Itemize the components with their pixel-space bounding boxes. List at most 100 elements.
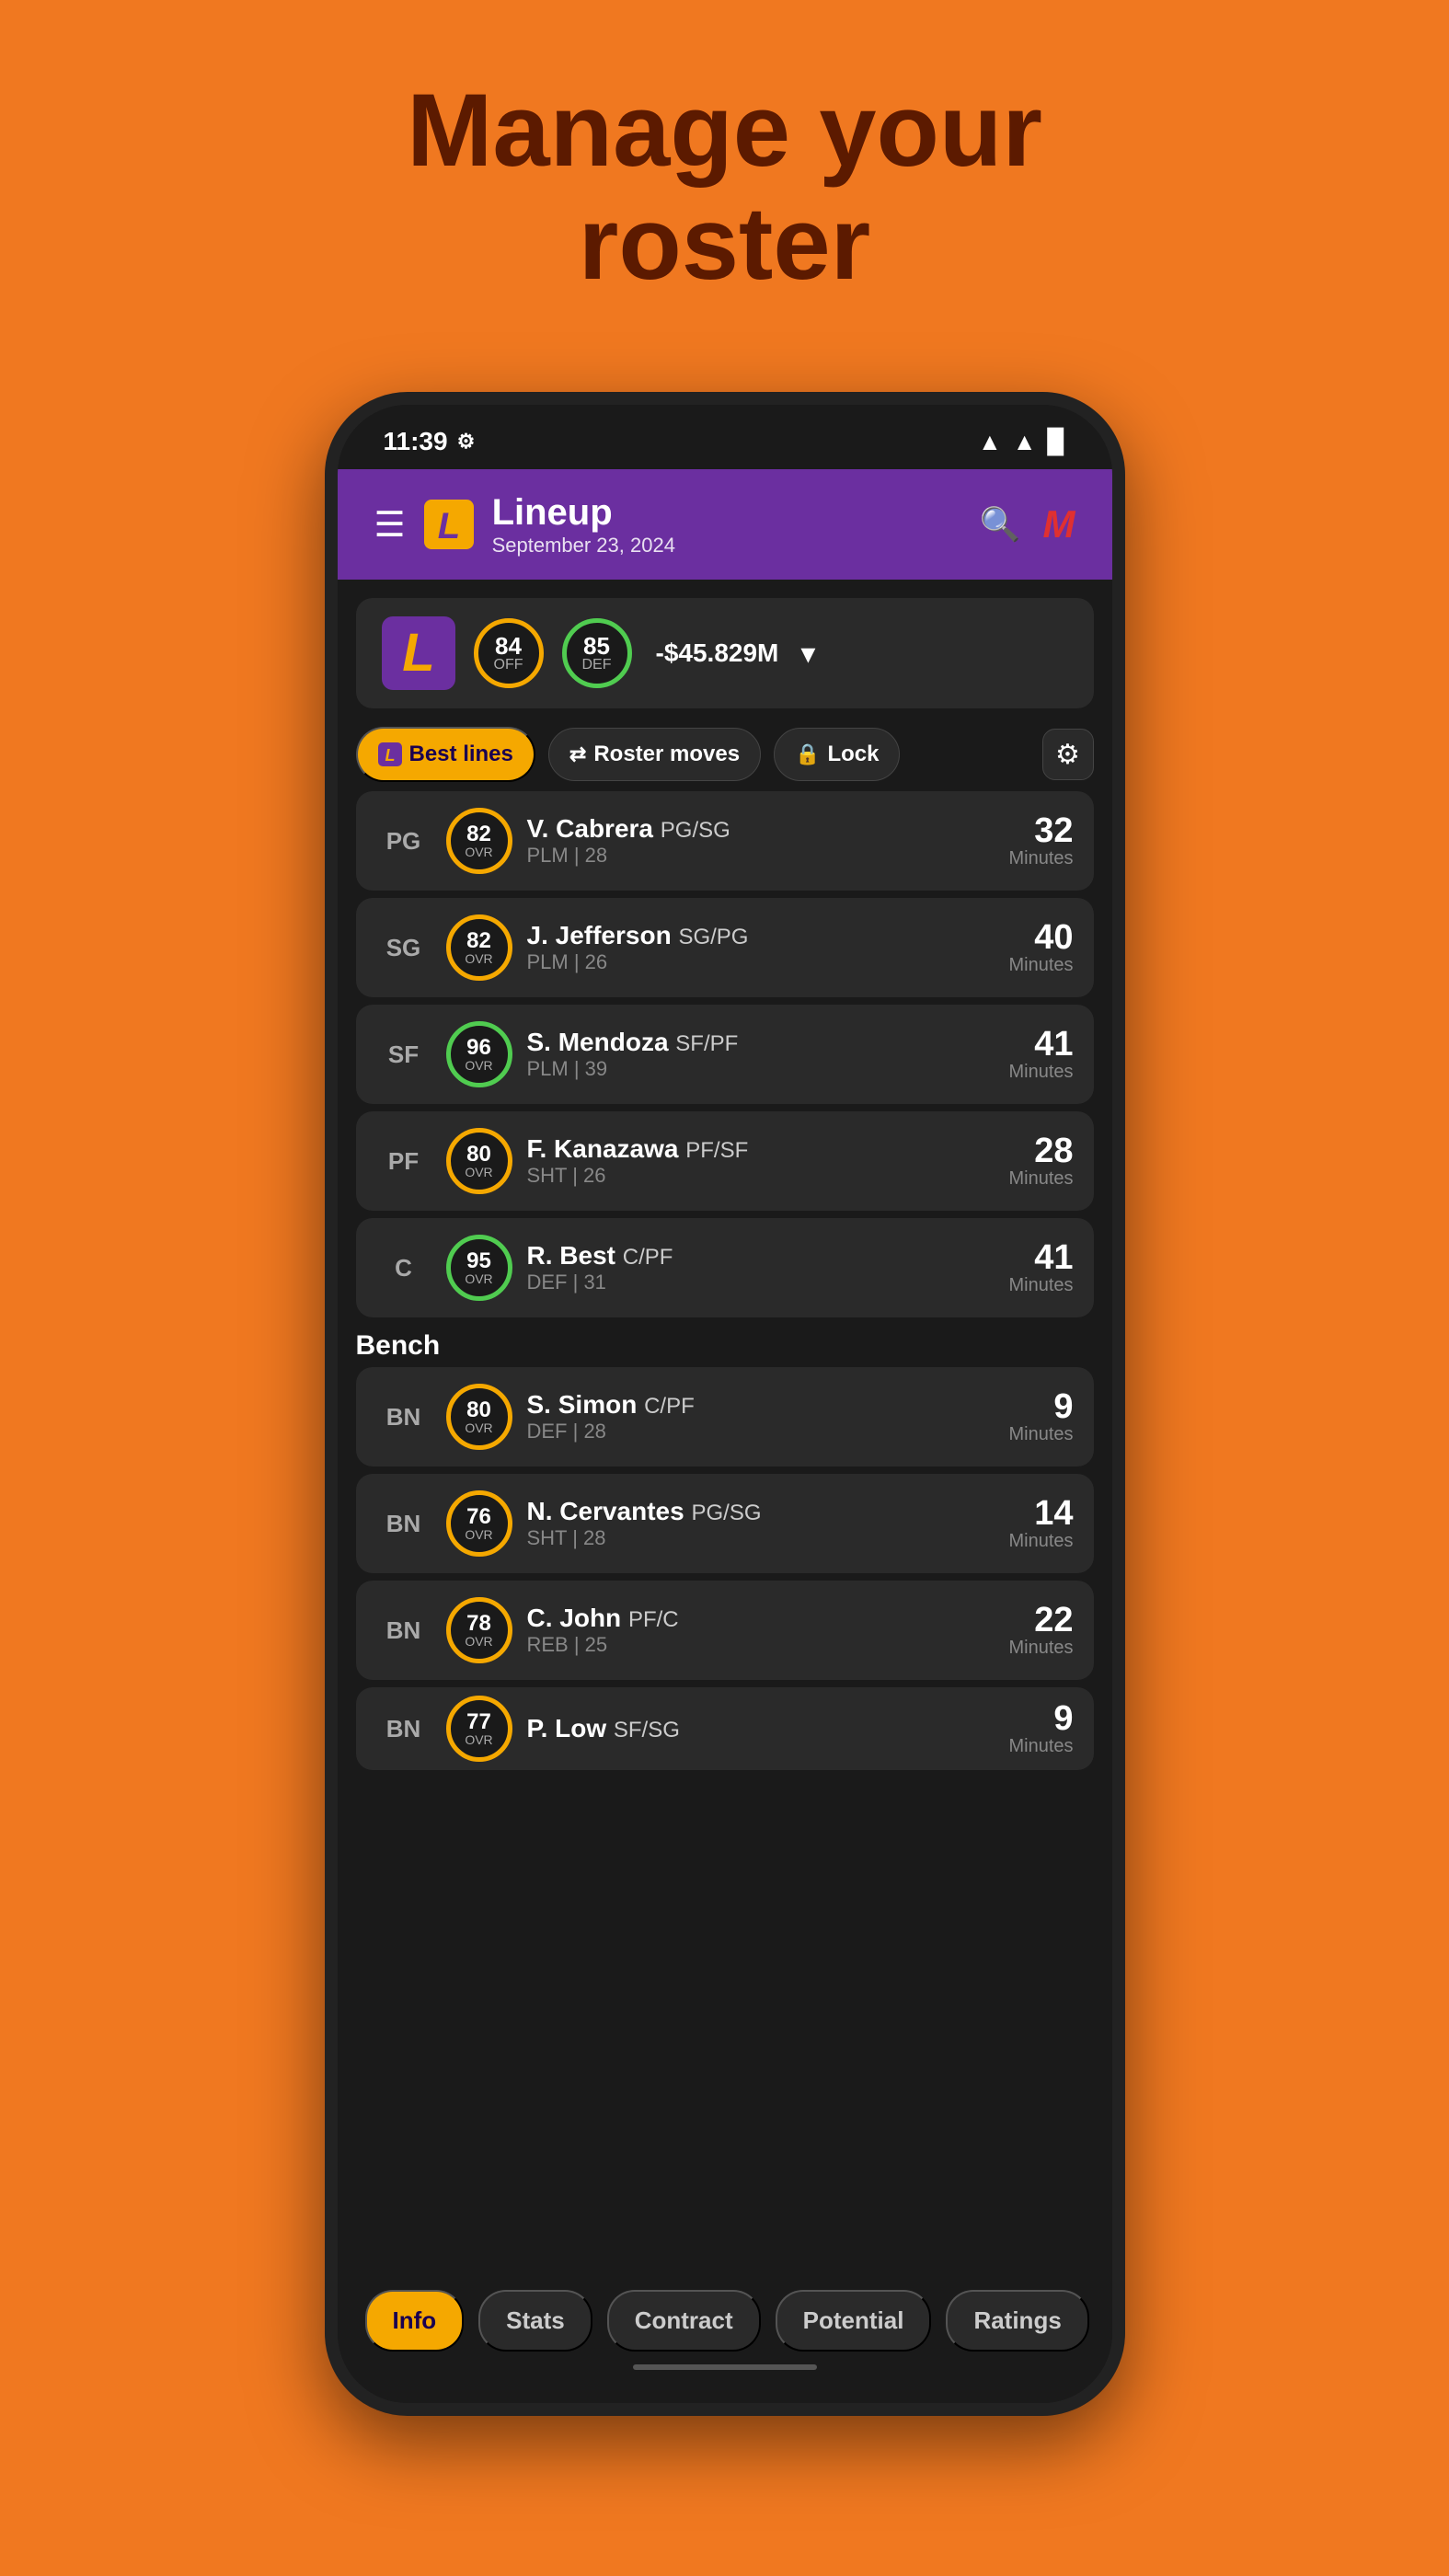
player-minutes: 41 Minutes	[1008, 1240, 1073, 1296]
ovr-circle: 77 OVR	[446, 1696, 512, 1762]
bottom-nav: InfoStatsContractPotentialRatings	[338, 2273, 1112, 2403]
team-logo-box: L	[382, 616, 455, 690]
status-time: 11:39	[384, 427, 448, 456]
position-badge: BN	[376, 1715, 431, 1743]
player-minutes: 32 Minutes	[1008, 813, 1073, 869]
player-name: C. John PF/C	[527, 1604, 995, 1633]
settings-button[interactable]: ⚙	[1042, 729, 1094, 780]
wifi-icon: ▲	[978, 428, 1002, 456]
svg-text:L: L	[437, 506, 459, 546]
header-title: Lineup	[492, 492, 675, 534]
position-badge: PF	[376, 1147, 431, 1176]
position-badge: BN	[376, 1616, 431, 1645]
app-header: ☰ L Lineup September 23, 2024 🔍 M	[338, 469, 1112, 580]
position-badge: BN	[376, 1403, 431, 1432]
tab-contract[interactable]: Contract	[607, 2290, 761, 2352]
player-detail: PLM | 26	[527, 950, 995, 974]
player-row[interactable]: SG 82 OVR J. Jefferson SG/PG PLM | 26 40…	[356, 898, 1094, 997]
player-info: R. Best C/PF DEF | 31	[527, 1241, 995, 1294]
player-info: S. Mendoza SF/PF PLM | 39	[527, 1028, 995, 1081]
player-row[interactable]: C 95 OVR R. Best C/PF DEF | 31 41 Minute…	[356, 1218, 1094, 1317]
player-detail: DEF | 31	[527, 1271, 995, 1294]
dropdown-arrow[interactable]: ▾	[800, 636, 815, 671]
team-logo: L	[386, 621, 451, 685]
menu-icon[interactable]: ☰	[374, 504, 406, 546]
ovr-circle: 96 OVR	[446, 1021, 512, 1087]
player-name: F. Kanazawa PF/SF	[527, 1134, 995, 1164]
status-bar: 11:39 ⚙ ▲ ▲ ▉	[338, 405, 1112, 469]
player-name: N. Cervantes PG/SG	[527, 1497, 995, 1526]
home-indicator	[633, 2364, 817, 2370]
position-badge: SF	[376, 1041, 431, 1069]
player-row[interactable]: SF 96 OVR S. Mendoza SF/PF PLM | 39 41 M…	[356, 1005, 1094, 1104]
player-name: J. Jefferson SG/PG	[527, 921, 995, 950]
player-name: P. Low SF/SG	[527, 1714, 995, 1743]
team-logo-header: L	[424, 500, 474, 549]
position-badge: SG	[376, 934, 431, 962]
player-row[interactable]: BN 77 OVR P. Low SF/SG 9 Minutes	[356, 1687, 1094, 1770]
signal-icon: ▲	[1013, 428, 1037, 456]
offense-rating: 84 OFF	[474, 618, 544, 688]
player-minutes: 40 Minutes	[1008, 920, 1073, 976]
player-minutes: 9 Minutes	[1008, 1701, 1073, 1757]
player-row[interactable]: PG 82 OVR V. Cabrera PG/SG PLM | 28 32 M…	[356, 791, 1094, 891]
player-detail: PLM | 28	[527, 844, 995, 868]
search-icon[interactable]: 🔍	[980, 505, 1021, 544]
tab-ratings[interactable]: Ratings	[946, 2290, 1088, 2352]
ovr-circle: 82 OVR	[446, 914, 512, 981]
player-minutes: 28 Minutes	[1008, 1133, 1073, 1190]
player-name: S. Simon C/PF	[527, 1390, 995, 1420]
player-detail: DEF | 28	[527, 1420, 995, 1443]
roster-moves-button[interactable]: ⇄ Roster moves	[548, 728, 761, 781]
page-title: Manage your roster	[407, 74, 1042, 300]
player-row[interactable]: BN 78 OVR C. John PF/C REB | 25 22 Minut…	[356, 1581, 1094, 1680]
player-detail: PLM | 39	[527, 1057, 995, 1081]
salary-text: -$45.829M	[656, 638, 779, 668]
settings-icon: ⚙	[457, 430, 476, 454]
position-badge: BN	[376, 1510, 431, 1538]
ovr-circle: 78 OVR	[446, 1597, 512, 1663]
player-name: R. Best C/PF	[527, 1241, 995, 1271]
bench-header: Bench	[338, 1317, 1112, 1367]
player-detail: SHT | 26	[527, 1164, 995, 1188]
player-minutes: 14 Minutes	[1008, 1496, 1073, 1552]
player-name: V. Cabrera PG/SG	[527, 814, 995, 844]
player-info: C. John PF/C REB | 25	[527, 1604, 995, 1657]
player-info: F. Kanazawa PF/SF SHT | 26	[527, 1134, 995, 1188]
bench-list: BN 80 OVR S. Simon C/PF DEF | 28 9 Minut…	[338, 1367, 1112, 1770]
player-minutes: 22 Minutes	[1008, 1603, 1073, 1659]
lock-button[interactable]: 🔒 Lock	[774, 728, 900, 781]
ovr-circle: 82 OVR	[446, 808, 512, 874]
player-row[interactable]: BN 80 OVR S. Simon C/PF DEF | 28 9 Minut…	[356, 1367, 1094, 1466]
player-info: V. Cabrera PG/SG PLM | 28	[527, 814, 995, 868]
team-summary: L 84 OFF 85 DEF -$45.829M ▾	[356, 598, 1094, 708]
player-detail: SHT | 28	[527, 1526, 995, 1550]
battery-icon: ▉	[1048, 428, 1066, 456]
tab-potential[interactable]: Potential	[776, 2290, 932, 2352]
player-minutes: 41 Minutes	[1008, 1027, 1073, 1083]
player-detail: REB | 25	[527, 1633, 995, 1657]
ovr-circle: 80 OVR	[446, 1128, 512, 1194]
player-info: N. Cervantes PG/SG SHT | 28	[527, 1497, 995, 1550]
header-subtitle: September 23, 2024	[492, 534, 675, 558]
player-name: S. Mendoza SF/PF	[527, 1028, 995, 1057]
player-minutes: 9 Minutes	[1008, 1389, 1073, 1445]
player-row[interactable]: PF 80 OVR F. Kanazawa PF/SF SHT | 26 28 …	[356, 1111, 1094, 1211]
player-info: P. Low SF/SG	[527, 1714, 995, 1743]
player-info: S. Simon C/PF DEF | 28	[527, 1390, 995, 1443]
ovr-circle: 80 OVR	[446, 1384, 512, 1450]
svg-text:L: L	[385, 746, 395, 765]
defense-rating: 85 DEF	[562, 618, 632, 688]
tab-info[interactable]: Info	[365, 2290, 465, 2352]
starters-list: PG 82 OVR V. Cabrera PG/SG PLM | 28 32 M…	[338, 791, 1112, 1317]
player-row[interactable]: BN 76 OVR N. Cervantes PG/SG SHT | 28 14…	[356, 1474, 1094, 1573]
profile-icon[interactable]: M	[1043, 502, 1075, 546]
position-badge: C	[376, 1254, 431, 1282]
ovr-circle: 95 OVR	[446, 1235, 512, 1301]
best-lines-icon: L	[378, 742, 402, 766]
player-info: J. Jefferson SG/PG PLM | 26	[527, 921, 995, 974]
tab-stats[interactable]: Stats	[478, 2290, 592, 2352]
best-lines-button[interactable]: L Best lines	[356, 727, 535, 782]
svg-text:L: L	[402, 623, 434, 683]
phone-frame: 11:39 ⚙ ▲ ▲ ▉ ☰ L Lineup September 23, 2…	[325, 392, 1125, 2416]
